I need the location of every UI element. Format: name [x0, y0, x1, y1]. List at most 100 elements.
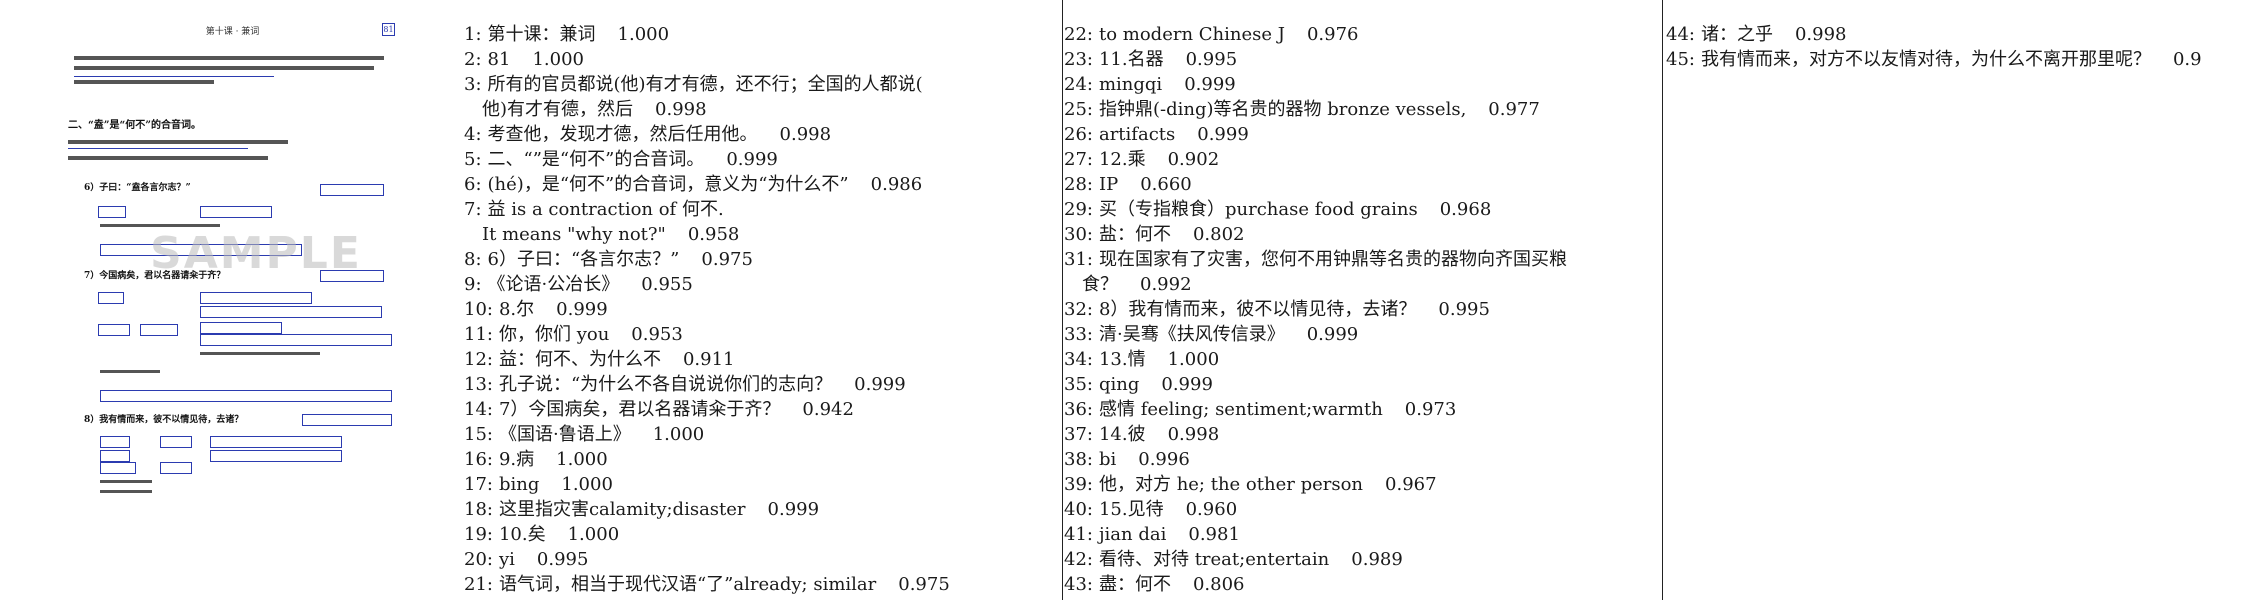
- ocr-line: 13: 孔子说：“为什么不各自说说你们的志向？ 0.999: [464, 372, 1044, 397]
- ocr-line: 39: 他，对方 he; the other person 0.967: [1064, 472, 1664, 497]
- confidence-score: 0.911: [682, 349, 735, 370]
- line-number: 34:: [1064, 349, 1093, 370]
- ocr-line: 25: 指钟鼎(-ding)等名贵的器物 bronze vessels, 0.977: [1064, 97, 1664, 122]
- confidence-score: 0.968: [1439, 199, 1492, 220]
- line-text: 8）我有情而来，彼不以情见待，去诸？: [1098, 299, 1417, 320]
- line-text: 6）子曰：“各言尔志？”: [487, 249, 680, 270]
- continuation-text: It means "why not?": [482, 224, 666, 245]
- line-number: 43:: [1064, 574, 1093, 595]
- ocr-line: 12: 益：何不、为什么不 0.911: [464, 347, 1044, 372]
- line-text: to modern Chinese J: [1098, 24, 1285, 45]
- line-number: 13:: [464, 374, 493, 395]
- line-text: 语气词，相当于现代汉语“了”already; similar: [498, 574, 877, 595]
- gloss-box: [200, 306, 382, 318]
- text-line: [74, 80, 214, 84]
- line-number: 35:: [1064, 374, 1093, 395]
- line-text: 14.彼: [1098, 424, 1146, 445]
- ocr-line: 19: 10.矣 1.000: [464, 522, 1044, 547]
- line-number: 22:: [1064, 24, 1093, 45]
- confidence-score: 0.999: [767, 499, 820, 520]
- ocr-line: 1: 第十课：兼词 1.000: [464, 22, 1044, 47]
- text-line: [68, 140, 288, 144]
- line-text: bing: [498, 474, 540, 495]
- confidence-score: 0.942: [802, 399, 854, 420]
- line-number: 44:: [1666, 24, 1695, 45]
- confidence-score: 0.995: [1185, 49, 1238, 70]
- underline: [74, 76, 274, 77]
- line-continuation: It means "why not?" 0.958: [464, 222, 1044, 247]
- gloss-box: [210, 450, 342, 462]
- continuation-text: 他)有才有德，然后: [482, 99, 634, 120]
- line-number: 6:: [464, 174, 482, 195]
- line-text: 孔子说：“为什么不各自说说你们的志向？: [498, 374, 833, 395]
- confidence-score: 0.660: [1140, 174, 1192, 195]
- confidence-score: 0.975: [898, 574, 950, 595]
- line-text: 《论语·公冶长》: [487, 274, 620, 295]
- line-number: 30:: [1064, 224, 1093, 245]
- ocr-line: 20: yi 0.995: [464, 547, 1044, 572]
- confidence-score: 0.998: [655, 99, 707, 120]
- gloss-box: [200, 292, 312, 304]
- confidence-score: 0.996: [1138, 449, 1190, 470]
- confidence-score: 0.992: [1140, 274, 1192, 295]
- confidence-score: 0.958: [687, 224, 740, 245]
- line-number: 39:: [1064, 474, 1093, 495]
- ocr-line: 18: 这里指灾害calamity;disaster 0.999: [464, 497, 1044, 522]
- line-text: 益：何不、为什么不: [498, 349, 661, 370]
- confidence-score: 0.802: [1192, 224, 1245, 245]
- confidence-score: 1.000: [561, 474, 613, 495]
- line-text: 现在国家有了灾害，您何不用钟鼎等名贵的器物向齐国买粮: [1098, 249, 1567, 270]
- line-number: 15:: [464, 424, 493, 445]
- gloss-box: [100, 450, 130, 462]
- gloss-box: [98, 292, 124, 304]
- ocr-line: 42: 看待、对待 treat;entertain 0.989: [1064, 547, 1664, 572]
- line-text: 这里指灾害calamity;disaster: [498, 499, 746, 520]
- ocr-line: 7: 益 is a contraction of 何不. It means "why…: [464, 197, 1044, 247]
- text-line: [100, 224, 220, 227]
- gloss-box: [200, 206, 272, 218]
- line-text: 盡：何不: [1098, 574, 1171, 595]
- line-number: 33:: [1064, 324, 1093, 345]
- gloss-box: [160, 462, 192, 474]
- confidence-score: 0.902: [1167, 149, 1220, 170]
- confidence-score: 1.000: [617, 24, 670, 45]
- line-text: 考查他，发现才德，然后任用他。: [487, 124, 758, 145]
- confidence-score: 0.960: [1185, 499, 1238, 520]
- example-7-heading: 7）今国病矣，君以名器请籴于齐？: [84, 271, 226, 281]
- line-number: 31:: [1064, 249, 1093, 270]
- ocr-line: 41: jian dai 0.981: [1064, 522, 1664, 547]
- line-number: 29:: [1064, 199, 1093, 220]
- gloss-box: [210, 436, 342, 448]
- ocr-line: 22: to modern Chinese J 0.976: [1064, 22, 1664, 47]
- line-text: 10.矣: [498, 524, 546, 545]
- ocr-line: 4: 考查他，发现才德，然后任用他。 0.998: [464, 122, 1044, 147]
- gloss-box: [140, 324, 178, 336]
- ocr-line: 5: 二、“”是“何不”的合音词。 0.999: [464, 147, 1044, 172]
- line-number: 18:: [464, 499, 493, 520]
- confidence-score: 0.989: [1351, 549, 1403, 570]
- line-number: 27:: [1064, 149, 1093, 170]
- gloss-box: [160, 436, 192, 448]
- translation-box: [100, 390, 392, 402]
- line-text: 我有情而来，对方不以友情对待，为什么不离开那里呢？: [1700, 49, 2151, 70]
- ocr-line: 37: 14.彼 0.998: [1064, 422, 1664, 447]
- line-number: 21:: [464, 574, 493, 595]
- line-number: 12:: [464, 349, 493, 370]
- ocr-line: 10: 8.尔 0.999: [464, 297, 1044, 322]
- line-text: qing: [1098, 374, 1140, 395]
- confidence-score: 0.998: [1167, 424, 1220, 445]
- line-text: IP: [1098, 174, 1119, 195]
- line-number: 16:: [464, 449, 493, 470]
- text-line: [100, 370, 160, 373]
- confidence-score: 1.000: [556, 449, 608, 470]
- ocr-line: 26: artifacts 0.999: [1064, 122, 1664, 147]
- line-number: 10:: [464, 299, 493, 320]
- ocr-column-2: 22: to modern Chinese J 0.976 23: 11.名器 0.995…: [1064, 22, 1664, 597]
- ocr-line: 43: 盡：何不 0.806: [1064, 572, 1664, 597]
- line-text: 8.尔: [498, 299, 535, 320]
- line-text: 感情 feeling; sentiment;warmth: [1098, 399, 1383, 420]
- ocr-line: 6: (hé)，是“何不”的合音词，意义为“为什么不” 0.986: [464, 172, 1044, 197]
- text-line: [200, 352, 320, 355]
- line-text: 清·吴骞《扶风传信录》: [1098, 324, 1285, 345]
- ocr-line: 34: 13.情 1.000: [1064, 347, 1664, 372]
